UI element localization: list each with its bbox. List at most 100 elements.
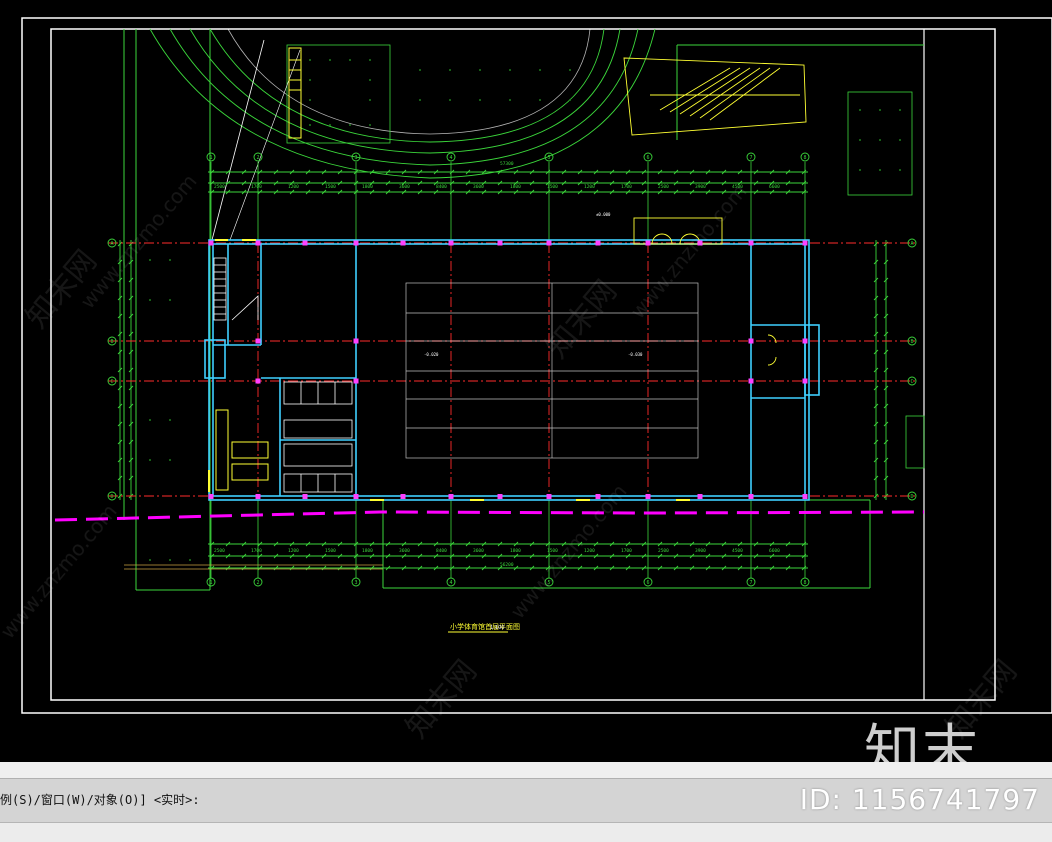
dim-value: 1200 — [584, 184, 595, 190]
level-mark-0: ±0.000 — [596, 212, 611, 217]
site-boundary-lines — [123, 29, 924, 591]
side-dimension-lines — [119, 240, 887, 500]
drawing-title: 小学体育馆首层平面图 — [450, 622, 520, 631]
column — [255, 494, 261, 499]
window-openings — [208, 239, 690, 501]
dim-value: 1800 — [362, 548, 373, 554]
stair-top — [288, 47, 302, 139]
axis-label: C — [111, 379, 114, 385]
dim-value: 8400 — [436, 184, 447, 190]
axis-label: 2 — [257, 580, 260, 586]
column — [255, 240, 261, 246]
column — [255, 378, 261, 384]
column — [400, 240, 406, 246]
axis-label: C — [911, 379, 914, 385]
column — [802, 378, 808, 384]
axis-label: 8 — [804, 580, 807, 586]
column — [448, 240, 454, 246]
running-track-arcs — [149, 28, 656, 179]
column — [400, 494, 406, 499]
axis-label: 7 — [750, 580, 753, 586]
watermark-layer: 知末网 www.znzmo.com 知末网 www.znzmo.com www.… — [0, 169, 1024, 745]
column — [208, 494, 214, 499]
axis-bubbles: 1122334455667788A AB BC CD D — [107, 152, 917, 587]
dim-value: 1200 — [288, 184, 299, 190]
svg-text:www.znzmo.com: www.znzmo.com — [505, 479, 631, 623]
axis-label: 3 — [355, 155, 358, 161]
kitchen-fixtures — [215, 409, 269, 491]
bottom-total-dimension: 56200 — [500, 562, 514, 568]
dim-value: 3600 — [399, 548, 410, 554]
dim-value: 1500 — [325, 548, 336, 554]
column — [353, 240, 359, 246]
dim-value: 8400 — [436, 548, 447, 554]
axis-label: 2 — [257, 155, 260, 161]
floor-plan-drawing[interactable]: 1122334455667788A AB BC CD D 25002500170… — [0, 0, 1052, 762]
column — [448, 494, 454, 499]
toilet-partitions — [283, 381, 353, 493]
axis-label: 6 — [647, 580, 650, 586]
column — [546, 494, 552, 499]
command-history-strip — [0, 762, 1052, 779]
axis-label: 5 — [548, 155, 551, 161]
dim-value: 1700 — [251, 548, 262, 554]
dim-value: 3900 — [695, 184, 706, 190]
dim-value: 1800 — [362, 184, 373, 190]
column — [302, 494, 308, 499]
watermark-brand-logo: 知末 — [864, 719, 980, 762]
dim-value: 3900 — [695, 548, 706, 554]
image-id-tag: ID: 1156741797 — [799, 783, 1040, 816]
dim-value: 3600 — [399, 184, 410, 190]
dim-value: 1800 — [510, 184, 521, 190]
column — [546, 240, 552, 246]
status-strip — [0, 822, 1052, 842]
top-total-dimension: 57300 — [500, 161, 514, 167]
column — [353, 494, 359, 499]
axis-label: 8 — [804, 155, 807, 161]
dim-value: 6600 — [769, 184, 780, 190]
cad-drawing-viewport[interactable]: 1122334455667788AABBCCDD 2500 2500 1700 … — [0, 0, 1052, 762]
axis-label: A — [111, 241, 114, 247]
planting-areas — [286, 44, 925, 469]
dim-value: 3600 — [473, 184, 484, 190]
dim-value: 3600 — [473, 548, 484, 554]
building-walls — [204, 239, 820, 501]
axis-label: B — [911, 339, 914, 345]
dim-value: 2500 — [214, 548, 225, 554]
dim-value: 2500 — [214, 184, 225, 190]
column — [697, 494, 703, 499]
axis-label: 1 — [210, 155, 213, 161]
dim-value: 4500 — [732, 548, 743, 554]
svg-text:www.znzmo.com: www.znzmo.com — [75, 169, 201, 313]
dim-value: 6600 — [769, 548, 780, 554]
axis-label: 4 — [450, 155, 453, 161]
column — [748, 338, 754, 344]
column — [497, 494, 503, 499]
axis-label: D — [911, 494, 914, 500]
column — [802, 240, 808, 246]
svg-text:www.znzmo.com: www.znzmo.com — [625, 179, 751, 323]
column — [645, 494, 651, 499]
column — [255, 338, 261, 344]
command-prompt-text[interactable]: 例(S)/窗口(W)/对象(O)] <实时>: — [0, 791, 200, 808]
axis-label: 1 — [210, 580, 213, 586]
column — [748, 494, 754, 499]
axis-label: 3 — [355, 580, 358, 586]
dim-value: 1700 — [251, 184, 262, 190]
dim-value: 1500 — [547, 184, 558, 190]
level-mark-2: -0.030 — [628, 352, 643, 357]
level-mark-1: -0.020 — [424, 352, 439, 357]
axis-label: 6 — [647, 155, 650, 161]
column — [802, 338, 808, 344]
column — [595, 240, 601, 246]
column — [748, 378, 754, 384]
column — [802, 494, 808, 499]
axis-label: B — [111, 339, 114, 345]
outdoor-steps — [623, 57, 807, 136]
column — [497, 240, 503, 246]
dim-value: 2500 — [658, 184, 669, 190]
dim-value: 1800 — [510, 548, 521, 554]
drawing-scale: 1:100 — [490, 625, 504, 631]
dim-value: 1700 — [621, 548, 632, 554]
dim-value: 1700 — [621, 184, 632, 190]
